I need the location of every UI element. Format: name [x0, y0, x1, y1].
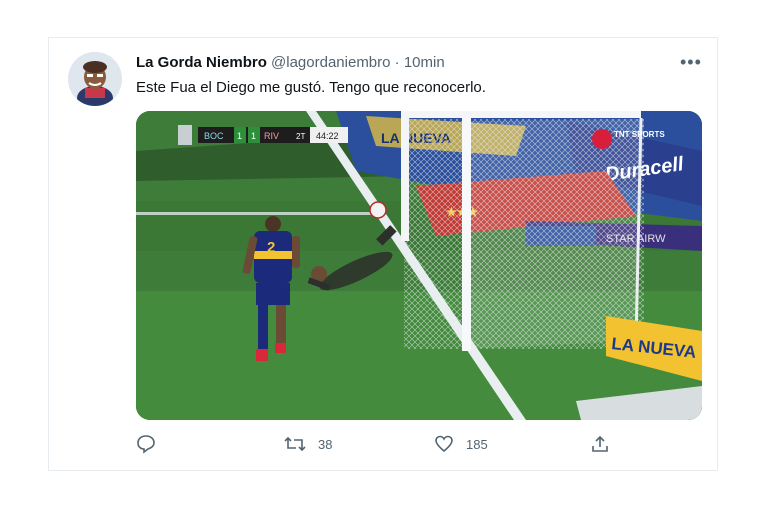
card-border-bottom — [48, 470, 718, 471]
score-home-team: BOC — [204, 131, 224, 141]
tweet-header: La Gorda Niembro @lagordaniembro · 10min — [136, 54, 445, 71]
reply-button[interactable] — [136, 434, 156, 454]
retweet-icon — [284, 436, 306, 452]
avatar[interactable] — [68, 52, 122, 106]
display-name[interactable]: La Gorda Niembro — [136, 54, 267, 71]
football-ball — [369, 201, 387, 219]
retweet-button[interactable]: 38 — [284, 434, 332, 454]
scoreboard: BOC 1 1 RIV 2T 44:22 — [178, 125, 348, 145]
separator-dot: · — [394, 54, 400, 71]
card-border-left — [48, 37, 49, 471]
score-period: 2T — [296, 132, 305, 141]
avatar-illustration — [68, 52, 122, 106]
score-away-team: RIV — [264, 131, 279, 141]
tweet-text: Este Fua el Diego me gustó. Tengo que re… — [136, 79, 486, 96]
football-goal-photo: LA NUEVA Duracell ★★★ STAR AIRW LA NUEVA — [136, 111, 702, 420]
card-border-top — [48, 37, 718, 38]
score-home: 1 — [237, 131, 242, 141]
share-icon — [592, 435, 608, 452]
score-away: 1 — [251, 131, 256, 141]
timestamp[interactable]: 10min — [404, 54, 445, 71]
score-clock: 44:22 — [316, 131, 339, 141]
share-button[interactable] — [590, 434, 610, 454]
user-handle[interactable]: @lagordaniembro — [271, 54, 390, 71]
like-count: 185 — [466, 436, 488, 452]
tweet-actions: 38 185 — [0, 434, 768, 458]
like-button[interactable]: 185 — [434, 434, 488, 454]
card-border-right — [717, 37, 718, 471]
retweet-count: 38 — [318, 436, 333, 452]
like-icon — [435, 435, 453, 453]
reply-icon — [137, 435, 155, 454]
more-options-button[interactable]: ••• — [680, 52, 702, 73]
tnt-sports-text: TNT SPORTS — [614, 130, 665, 139]
player-number: 2 — [267, 239, 275, 256]
tweet-media[interactable]: LA NUEVA Duracell ★★★ STAR AIRW LA NUEVA — [136, 111, 702, 420]
